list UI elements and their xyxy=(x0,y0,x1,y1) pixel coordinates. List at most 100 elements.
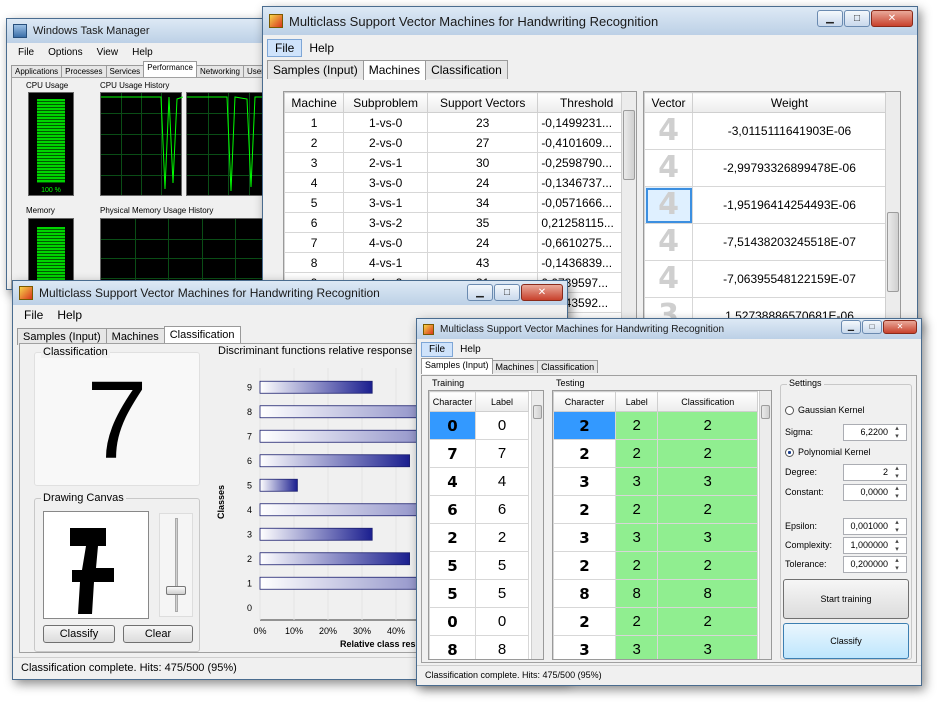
table-row[interactable]: 77 xyxy=(429,439,529,468)
menu-file[interactable]: File xyxy=(11,46,41,59)
table-row[interactable]: 8 4-vs-1 43 -0,1436839... xyxy=(284,252,636,273)
scroll-thumb[interactable] xyxy=(623,110,635,180)
close-button[interactable]: ✕ xyxy=(871,10,913,27)
menu-help[interactable]: Help xyxy=(302,40,341,56)
constant-input[interactable]: 0,0000 xyxy=(843,484,907,501)
vectors-header-0[interactable]: Vector xyxy=(644,92,693,113)
machines-header-1[interactable]: Subproblem xyxy=(343,92,429,113)
table-row[interactable]: 7 4-vs-0 24 -0,6610275... xyxy=(284,232,636,253)
maximize-button[interactable]: □ xyxy=(494,284,520,301)
table-row[interactable]: 333 xyxy=(553,467,758,496)
table-row[interactable]: 22 xyxy=(429,523,529,552)
vectors-scrollbar[interactable] xyxy=(885,92,900,322)
table-row[interactable]: 6 3-vs-2 35 0,21258115... xyxy=(284,212,636,233)
menu-help[interactable]: Help xyxy=(125,46,160,59)
tab-applications[interactable]: Applications xyxy=(11,65,63,77)
training-header-1[interactable]: Label xyxy=(475,391,529,412)
table-row[interactable]: 5 3-vs-1 34 -0,0571666... xyxy=(284,192,636,213)
brush-size-slider[interactable] xyxy=(159,513,193,617)
table-row[interactable]: 222 xyxy=(553,607,758,636)
maximize-button[interactable]: □ xyxy=(862,320,882,334)
table-row[interactable]: 4 -2,99793326899478E-06 xyxy=(644,149,887,187)
polynomial-kernel-radio[interactable]: Polynomial Kernel xyxy=(785,447,871,457)
menu-options[interactable]: Options xyxy=(41,46,89,59)
menu-file[interactable]: File xyxy=(267,39,303,57)
tab-machines[interactable]: Machines xyxy=(491,360,539,373)
table-row[interactable]: 888 xyxy=(553,579,758,608)
table-row[interactable]: 222 xyxy=(553,495,758,524)
tolerance-input[interactable]: 0,200000 xyxy=(843,556,907,573)
scroll-thumb[interactable] xyxy=(533,405,542,419)
tab-processes[interactable]: Processes xyxy=(61,65,107,77)
drawing-canvas[interactable] xyxy=(43,511,149,619)
tab-services[interactable]: Services xyxy=(105,65,145,77)
tab-samples[interactable]: Samples (Input) xyxy=(421,358,493,374)
machines-titlebar[interactable]: Multiclass Support Vector Machines for H… xyxy=(263,7,917,35)
tab-performance[interactable]: Performance xyxy=(143,61,197,78)
task-manager-titlebar[interactable]: Windows Task Manager xyxy=(7,19,275,43)
degree-input[interactable]: 2 xyxy=(843,464,907,481)
testing-header-0[interactable]: Character xyxy=(553,391,616,412)
menu-file[interactable]: File xyxy=(17,307,50,323)
table-row[interactable]: 00 xyxy=(429,607,529,636)
table-row[interactable]: 1 1-vs-0 23 -0,1499231... xyxy=(284,112,636,133)
testing-header-2[interactable]: Classification xyxy=(657,391,758,412)
table-row[interactable]: 66 xyxy=(429,495,529,524)
tab-machines[interactable]: Machines xyxy=(362,60,427,80)
minimize-button[interactable]: ▁ xyxy=(841,320,861,334)
table-row[interactable]: 55 xyxy=(429,551,529,580)
testing-header-1[interactable]: Label xyxy=(614,391,659,412)
table-row[interactable]: 222 xyxy=(553,551,758,580)
table-row[interactable]: 4 -7,51438203245518E-07 xyxy=(644,223,887,261)
menu-view[interactable]: View xyxy=(90,46,126,59)
table-row[interactable]: 333 xyxy=(553,635,758,659)
table-row[interactable]: 44 xyxy=(429,467,529,496)
vectors-header-1[interactable]: Weight xyxy=(692,92,887,113)
classify-button[interactable]: Classify xyxy=(783,623,909,659)
table-row[interactable]: 222 xyxy=(553,411,758,440)
samples-titlebar[interactable]: Multiclass Support Vector Machines for H… xyxy=(417,319,921,339)
tab-classification[interactable]: Classification xyxy=(537,360,599,373)
tab-classification[interactable]: Classification xyxy=(425,60,508,79)
machines-header-0[interactable]: Machine xyxy=(284,92,345,113)
table-row[interactable]: 333 xyxy=(553,523,758,552)
classify-button[interactable]: Classify xyxy=(43,625,115,643)
menu-file[interactable]: File xyxy=(421,341,454,357)
table-row[interactable]: 222 xyxy=(553,439,758,468)
minimize-button[interactable]: ▁ xyxy=(817,10,843,27)
clear-button[interactable]: Clear xyxy=(123,625,193,643)
tab-samples[interactable]: Samples (Input) xyxy=(267,60,364,79)
table-row[interactable]: 4 -7,06395548122159E-07 xyxy=(644,260,887,298)
table-row[interactable]: 4 3-vs-0 24 -0,1346737... xyxy=(284,172,636,193)
close-button[interactable]: ✕ xyxy=(883,320,917,334)
testing-scrollbar[interactable] xyxy=(759,391,771,659)
machines-scrollbar[interactable] xyxy=(621,92,636,322)
table-row[interactable]: 00 xyxy=(429,411,529,440)
classification-titlebar[interactable]: Multiclass Support Vector Machines for H… xyxy=(13,281,567,305)
scroll-thumb[interactable] xyxy=(887,212,899,292)
bar-class-3 xyxy=(259,527,373,541)
x-tick-label: 0% xyxy=(253,626,266,636)
training-header-0[interactable]: Character xyxy=(429,391,476,412)
scroll-thumb[interactable] xyxy=(761,405,770,419)
complexity-input[interactable]: 1,000000 xyxy=(843,537,907,554)
table-row[interactable]: 3 2-vs-1 30 -0,2598790... xyxy=(284,152,636,173)
table-row[interactable]: 55 xyxy=(429,579,529,608)
slider-thumb[interactable] xyxy=(166,586,186,595)
gaussian-kernel-radio[interactable]: Gaussian Kernel xyxy=(785,405,865,415)
start-training-button[interactable]: Start training xyxy=(783,579,909,619)
table-row[interactable]: 2 2-vs-0 27 -0,4101609... xyxy=(284,132,636,153)
tab-networking[interactable]: Networking xyxy=(195,65,244,77)
epsilon-input[interactable]: 0,001000 xyxy=(843,518,907,535)
table-row[interactable]: 4 -1,95196414254493E-06 xyxy=(644,186,887,224)
training-scrollbar[interactable] xyxy=(531,391,543,659)
machines-header-2[interactable]: Support Vectors xyxy=(427,92,539,113)
menu-help[interactable]: Help xyxy=(453,343,488,356)
menu-help[interactable]: Help xyxy=(50,307,89,323)
maximize-button[interactable]: □ xyxy=(844,10,870,27)
minimize-button[interactable]: ▁ xyxy=(467,284,493,301)
sigma-input[interactable]: 6,2200 xyxy=(843,424,907,441)
table-row[interactable]: 88 xyxy=(429,635,529,659)
table-row[interactable]: 4 -3,0115111641903E-06 xyxy=(644,112,887,150)
close-button[interactable]: ✕ xyxy=(521,284,563,301)
